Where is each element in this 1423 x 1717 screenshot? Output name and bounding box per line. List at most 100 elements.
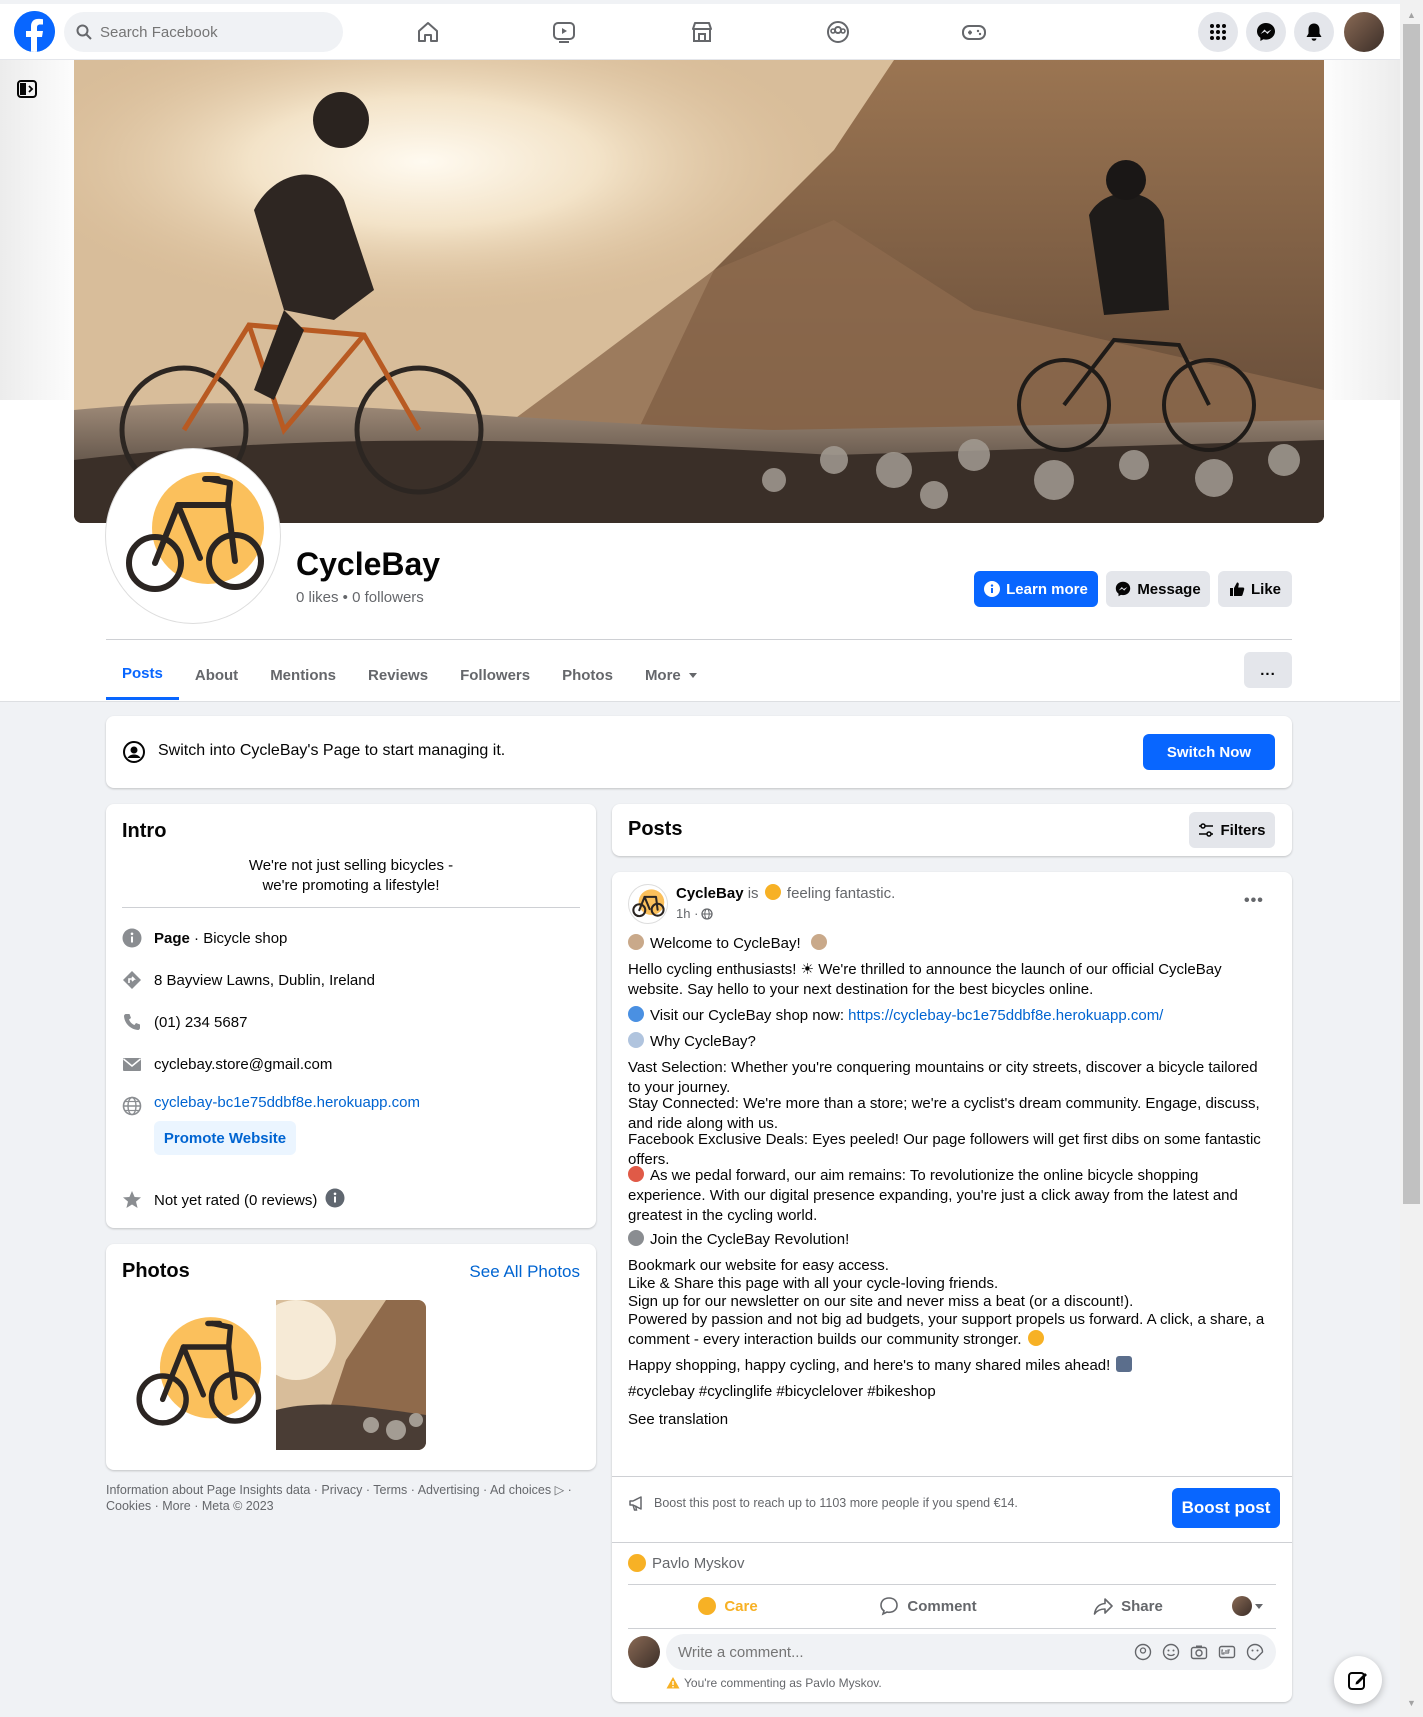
share-arrow-icon [1093,1598,1113,1615]
switch-now-button[interactable]: Switch Now [1143,734,1275,770]
star-icon [122,1190,142,1210]
post-author-name[interactable]: CycleBay [676,885,744,902]
filters-button[interactable]: Filters [1189,812,1275,848]
intro-website-link[interactable]: cyclebay-bc1e75ddbf8e.herokuapp.com [154,1094,420,1111]
footer-links[interactable]: Information about Page Insights data · P… [106,1482,596,1514]
watch-icon[interactable] [548,16,580,48]
tab-more[interactable]: More [629,650,715,700]
globe-icon [701,907,714,920]
post-options-icon[interactable]: ••• [1244,892,1264,910]
share-action-button[interactable]: Share [1028,1588,1228,1624]
intro-email-row: cyclebay.store@gmail.com [122,1054,332,1074]
cyclebay-logo [136,1317,262,1426]
profile-picture[interactable] [106,449,280,623]
comment-input[interactable] [678,1643,1134,1661]
emoji-icon[interactable] [1162,1643,1180,1661]
actions-divider-top [628,1584,1276,1585]
camera-icon[interactable] [1190,1643,1208,1661]
care-label: Care [724,1597,758,1615]
photo-thumbnail-logo[interactable] [122,1300,272,1450]
menu-grid-icon[interactable] [1198,12,1238,52]
post-signup: Sign up for our newsletter on our site a… [628,1293,1134,1310]
comment-tools [1134,1643,1264,1661]
post-visit-line: Visit our CycleBay shop now: https://cyc… [628,1006,1268,1026]
rating-info-icon[interactable] [325,1188,345,1212]
cover-photo[interactable] [74,60,1324,523]
sidebar-toggle-icon[interactable] [16,78,38,100]
post-shop-link[interactable]: https://cyclebay-bc1e75ddbf8e.herokuapp.… [848,1007,1163,1024]
intro-phone: (01) 234 5687 [154,1013,248,1031]
home-icon[interactable] [412,16,444,48]
see-all-photos-link[interactable]: See All Photos [469,1262,580,1282]
intro-divider [122,907,580,908]
post-intro-paragraph: Hello cycling enthusiasts! ☀ We're thril… [628,961,1222,998]
info-icon [984,581,1001,597]
intro-card: Intro We're not just selling bicycles - … [106,804,596,1228]
photos-card: Photos See All Photos [106,1244,596,1470]
post-hashtags[interactable]: #cyclebay #cyclinglife #bicyclelover #bi… [628,1382,1268,1402]
learn-more-button[interactable]: Learn more [974,571,1098,607]
facebook-f-icon [14,11,55,52]
gif-icon[interactable] [1218,1643,1236,1661]
messenger-icon[interactable] [1246,12,1286,52]
cover-photo-image [74,60,1324,523]
post-header-line: CycleBay is feeling fantastic. [676,884,895,902]
comment-box[interactable] [666,1634,1276,1670]
globe-icon [122,1096,142,1116]
notifications-icon[interactable] [1294,12,1334,52]
switch-page-banner: Switch into CycleBay's Page to start man… [106,716,1292,788]
commenter-avatar[interactable] [628,1636,660,1668]
post-happy-text: Happy shopping, happy cycling, and here'… [628,1357,1111,1374]
reactions-summary[interactable]: Pavlo Myskov [628,1554,745,1572]
message-button[interactable]: Message [1106,571,1210,607]
raised-hands-emoji-icon [1027,1330,1044,1346]
post-pedal-text: As we pedal forward, our aim remains: To… [628,1167,1238,1224]
photo-thumbnail-cover[interactable] [276,1300,426,1450]
sticker-icon[interactable] [1246,1643,1264,1661]
post-timestamp[interactable]: 1h · [676,906,698,921]
see-translation-link[interactable]: See translation [628,1410,1268,1430]
boost-post-button[interactable]: Boost post [1172,1488,1280,1528]
scroll-down-arrow-icon[interactable]: ▼ [1400,1694,1423,1711]
facebook-logo[interactable] [14,11,55,52]
tab-about[interactable]: About [179,650,254,700]
post-author-avatar[interactable] [628,884,668,924]
promote-website-button[interactable]: Promote Website [154,1121,296,1155]
comment-action-button[interactable]: Comment [828,1588,1028,1624]
post-feeling: feeling fantastic. [786,885,896,902]
post-is: is [747,885,759,902]
intro-title: Intro [122,820,167,842]
post-why-line: Why CycleBay? [628,1032,1268,1052]
account-avatar[interactable] [1344,12,1384,52]
page-title: CycleBay [296,546,441,582]
caret-down-icon [688,673,697,678]
avatar-sticker-icon[interactable] [1134,1643,1152,1661]
like-button[interactable]: Like [1218,571,1292,607]
messenger-icon [1116,581,1131,597]
scroll-up-arrow-icon[interactable]: ▲ [1400,6,1423,23]
tab-reviews[interactable]: Reviews [352,650,444,700]
tab-mentions[interactable]: Mentions [254,650,352,700]
top-navigation-bar [0,4,1400,60]
groups-icon[interactable] [822,16,854,48]
tab-followers[interactable]: Followers [444,650,546,700]
reactor-name: Pavlo Myskov [652,1554,745,1572]
message-label: Message [1137,580,1201,598]
tab-photos[interactable]: Photos [546,650,629,700]
posts-header-card: Posts Filters [612,804,1292,856]
post-bookmark: Bookmark our website for easy access. [628,1257,889,1274]
gaming-icon[interactable] [958,16,990,48]
new-message-button[interactable] [1334,1656,1382,1704]
search-bar[interactable] [64,12,343,52]
scrollbar-thumb[interactable] [1403,24,1420,1204]
warning-icon [666,1677,680,1689]
tab-posts[interactable]: Posts [106,650,179,700]
marketplace-icon[interactable] [686,16,718,48]
megaphone-emoji-icon [628,1230,644,1246]
rocket-emoji-icon [628,1166,644,1182]
page-options-button[interactable]: ... [1244,652,1292,688]
care-action-button[interactable]: Care [628,1588,828,1624]
search-input[interactable] [100,23,300,41]
post-welcome-text: Welcome to CycleBay! [650,935,801,952]
react-as-selector[interactable] [1232,1596,1264,1616]
